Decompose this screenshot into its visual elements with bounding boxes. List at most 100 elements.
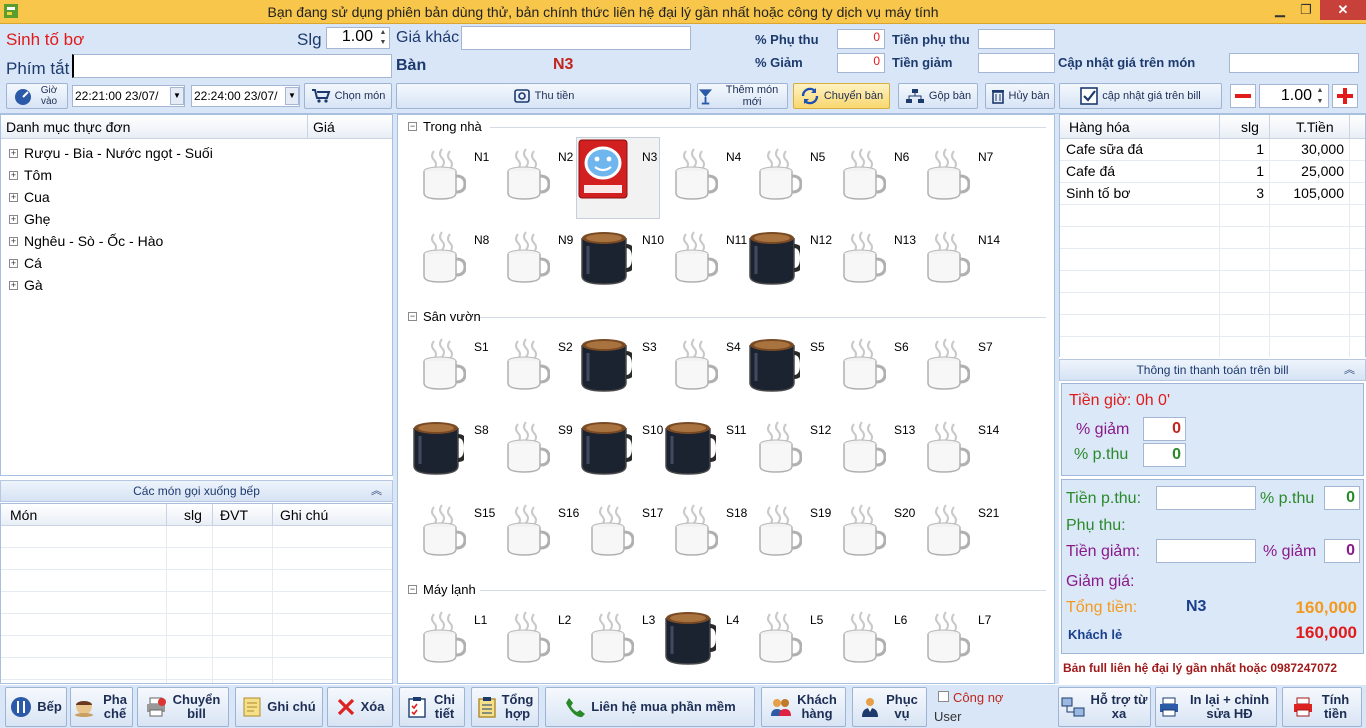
table-s16[interactable]: S16 [496, 497, 579, 563]
detail-button[interactable]: Chi tiết [399, 687, 465, 727]
table-n13[interactable]: N13 [832, 224, 916, 290]
expand-icon[interactable]: + [9, 280, 18, 290]
server-button[interactable]: Phục vụ [852, 687, 927, 727]
add-new-item-button[interactable]: Thêm món mới [697, 83, 788, 109]
table-n14[interactable]: N14 [916, 224, 1000, 290]
menu-category[interactable]: + Rượu - Bia - Nước ngọt - Suối [9, 145, 213, 161]
area-header[interactable]: − Sân vườn [408, 309, 481, 324]
collapse-icon[interactable]: − [408, 312, 417, 321]
table-s5[interactable]: S5 [748, 331, 825, 397]
collapse-icon[interactable]: − [408, 585, 417, 594]
collapse-icon[interactable]: − [408, 122, 417, 131]
hotkey-input[interactable] [72, 54, 392, 78]
close-button[interactable]: ✕ [1320, 0, 1366, 20]
collapse-icon[interactable]: ︽ [1344, 360, 1355, 380]
bartender-button[interactable]: Pha chế [70, 687, 133, 727]
discount-pct-field-2[interactable]: 0 [1324, 539, 1360, 563]
table-l7[interactable]: L7 [916, 604, 991, 670]
table-s13[interactable]: S13 [832, 414, 915, 480]
decrease-button[interactable] [1230, 84, 1256, 108]
menu-category[interactable]: + Nghêu - Sò - Ốc - Hào [9, 233, 163, 249]
discount-pct-input[interactable]: 0 [837, 53, 885, 73]
table-n11[interactable]: N11 [664, 224, 747, 290]
table-l4[interactable]: L4 [664, 604, 739, 670]
discount-money-input[interactable] [1156, 539, 1256, 563]
table-n2[interactable]: N2 [496, 141, 573, 207]
increase-button[interactable] [1332, 84, 1358, 108]
surcharge-pct-field-2[interactable]: 0 [1324, 486, 1360, 510]
table-l1[interactable]: L1 [412, 604, 487, 670]
checkout-button[interactable]: Tính tiền [1282, 687, 1362, 727]
table-n7[interactable]: N7 [916, 141, 993, 207]
table-n10[interactable]: N10 [580, 224, 664, 290]
table-n1[interactable]: N1 [412, 141, 489, 207]
kitchen-button[interactable]: Bếp [5, 687, 67, 727]
table-s10[interactable]: S10 [580, 414, 663, 480]
surcharge-amount-input[interactable] [978, 29, 1055, 49]
restore-button[interactable]: ❐ [1294, 0, 1318, 20]
surcharge-pct-input[interactable]: 0 [837, 29, 885, 49]
table-n9[interactable]: N9 [496, 224, 573, 290]
time-out-picker[interactable]: 22:24:00 23/07/ [191, 85, 300, 107]
menu-category[interactable]: + Gà [9, 277, 43, 293]
move-table-button[interactable]: Chuyển bàn [793, 83, 890, 109]
expand-icon[interactable]: + [9, 170, 18, 180]
expand-icon[interactable]: + [9, 258, 18, 268]
table-s3[interactable]: S3 [580, 331, 657, 397]
table-l5[interactable]: L5 [748, 604, 823, 670]
menu-category[interactable]: + Tôm [9, 167, 52, 183]
remote-support-button[interactable]: Hỗ trợ từ xa [1058, 687, 1151, 727]
expand-icon[interactable]: + [9, 192, 18, 202]
table-n4[interactable]: N4 [664, 141, 741, 207]
table-s11[interactable]: S11 [664, 414, 746, 480]
merge-table-button[interactable]: Gộp bàn [898, 83, 978, 109]
table-s4[interactable]: S4 [664, 331, 741, 397]
table-n8[interactable]: N8 [412, 224, 489, 290]
table-s14[interactable]: S14 [916, 414, 999, 480]
cancel-table-button[interactable]: Hủy bàn [985, 83, 1055, 109]
expand-icon[interactable]: + [9, 214, 18, 224]
qty-spinner[interactable]: ▲ ▼ [377, 28, 389, 48]
expand-icon[interactable]: + [9, 148, 18, 158]
menu-category[interactable]: + Ghẹ [9, 211, 50, 227]
note-button[interactable]: Ghi chú [235, 687, 323, 727]
table-s15[interactable]: S15 [412, 497, 495, 563]
surcharge-money-input[interactable] [1156, 486, 1256, 510]
expand-icon[interactable]: + [9, 236, 18, 246]
choose-item-button[interactable]: Chọn món [304, 83, 392, 109]
time-in-picker[interactable]: 22:21:00 23/07/ [72, 85, 185, 107]
chevron-down-icon[interactable]: ▼ [285, 87, 299, 105]
table-n3[interactable]: N3 [576, 137, 660, 219]
reprint-button[interactable]: In lại + chỉnh sửa HĐ [1155, 687, 1277, 727]
discount-pct-field[interactable]: 0 [1143, 417, 1186, 441]
other-price-input[interactable] [461, 26, 691, 50]
table-s17[interactable]: S17 [580, 497, 663, 563]
table-s19[interactable]: S19 [748, 497, 831, 563]
table-n5[interactable]: N5 [748, 141, 825, 207]
update-bill-price-button[interactable]: cập nhật giá trên bill [1059, 83, 1222, 109]
customer-button[interactable]: Khách hàng [761, 687, 846, 727]
area-header[interactable]: − Máy lạnh [408, 582, 476, 597]
transfer-bill-button[interactable]: Chuyển bill [137, 687, 229, 727]
table-s1[interactable]: S1 [412, 331, 489, 397]
table-s12[interactable]: S12 [748, 414, 831, 480]
surcharge-pct-field[interactable]: 0 [1143, 443, 1186, 467]
table-l6[interactable]: L6 [832, 604, 907, 670]
table-s2[interactable]: S2 [496, 331, 573, 397]
chevron-down-icon[interactable]: ▼ [170, 87, 184, 105]
discount-amount-input[interactable] [978, 53, 1055, 73]
menu-category[interactable]: + Cá [9, 255, 42, 271]
table-s9[interactable]: S9 [496, 414, 573, 480]
table-n6[interactable]: N6 [832, 141, 909, 207]
table-s21[interactable]: S21 [916, 497, 999, 563]
table-s8[interactable]: S8 [412, 414, 489, 480]
table-l3[interactable]: L3 [580, 604, 655, 670]
collapse-icon[interactable]: ︽ [371, 481, 382, 501]
summary-button[interactable]: Tổng hợp [471, 687, 539, 727]
buy-software-button[interactable]: Liên hệ mua phần mềm [545, 687, 755, 727]
table-s7[interactable]: S7 [916, 331, 993, 397]
area-header[interactable]: − Trong nhà [408, 119, 482, 134]
debt-checkbox[interactable] [938, 691, 949, 702]
update-price-input[interactable] [1229, 53, 1359, 73]
delete-button[interactable]: Xóa [327, 687, 393, 727]
